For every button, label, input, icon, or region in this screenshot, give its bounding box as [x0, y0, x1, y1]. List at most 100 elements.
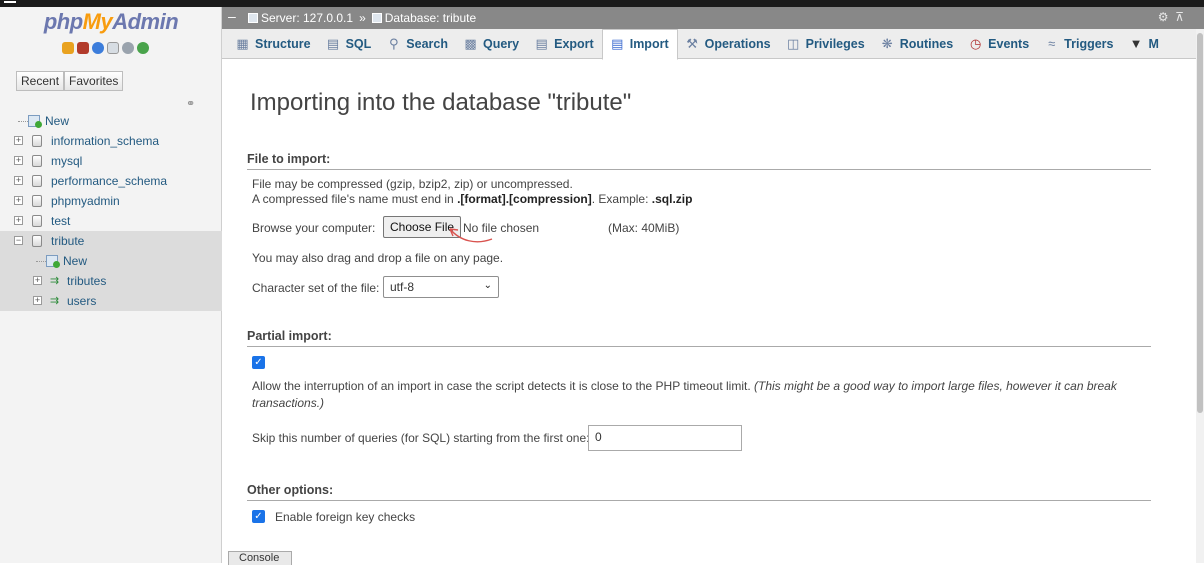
expand-icon[interactable]: + [14, 216, 23, 225]
phpmyadmin-logo[interactable]: phpMyAdmin [0, 9, 222, 35]
favorites-tab[interactable]: Favorites [64, 71, 124, 91]
sql-icon: ▤ [326, 35, 340, 51]
other-options-legend: Other options: [247, 483, 1151, 501]
file-to-import-legend: File to import: [247, 152, 1151, 170]
charset-select[interactable]: utf-8 ⌄ [383, 276, 499, 298]
allow-interrupt-note-cont: transactions.) [252, 396, 325, 410]
query-icon: ▩ [464, 35, 477, 51]
tab-label: Export [554, 36, 594, 51]
tree-item-phpmyadmin[interactable]: + phpmyadmin [0, 191, 222, 211]
tree-item-tributes[interactable]: + ⇉ tributes [0, 271, 222, 291]
tab-label: Triggers [1064, 36, 1114, 51]
expand-icon[interactable]: + [14, 176, 23, 185]
tree-item-tribute[interactable]: − tribute [0, 231, 222, 251]
tree-label: New [45, 114, 70, 128]
skip-queries-input[interactable]: 0 [588, 425, 742, 451]
allow-interrupt-note: (This might be a good way to import larg… [754, 379, 1117, 393]
database-icon [32, 235, 42, 247]
tab-label: Query [482, 36, 520, 51]
tree-label: performance_schema [51, 174, 168, 188]
new-icon [28, 115, 42, 128]
tab-sql[interactable]: ▤ SQL [319, 29, 380, 59]
more-arrow-icon: ▼ [1129, 35, 1143, 51]
tree-item-information-schema[interactable]: + information_schema [0, 131, 222, 151]
tab-triggers[interactable]: ≈ Triggers [1037, 29, 1121, 59]
expand-icon[interactable]: + [14, 156, 23, 165]
allow-interrupt-text: Allow the interruption of an import in c… [252, 379, 751, 393]
settings-gear-icon[interactable]: ⚙ [1158, 10, 1169, 24]
sql-icon[interactable] [77, 42, 89, 54]
link-icon[interactable]: ⚭ [186, 97, 195, 110]
window-controls: ⚙ ⊼ [1158, 10, 1184, 24]
reload-icon[interactable] [137, 42, 149, 54]
table-icon: ⇉ [50, 275, 60, 287]
logo-php-text: php [43, 9, 83, 34]
drag-drop-note: You may also drag and drop a file on any… [252, 251, 504, 265]
tree-label: phpmyadmin [51, 194, 120, 208]
allow-interrupt-label-cont: transactions.) [252, 396, 324, 410]
tree-item-test[interactable]: + test [0, 211, 222, 231]
annotation-arrow-icon [449, 228, 493, 243]
expand-icon[interactable]: + [33, 296, 42, 305]
breadcrumb-separator: » [359, 11, 366, 25]
tab-routines[interactable]: ❋ Routines [873, 29, 961, 59]
collapse-icon[interactable]: − [14, 236, 23, 245]
tab-structure[interactable]: ▦ Structure [228, 29, 319, 59]
tree-connector [18, 121, 28, 122]
database-tree: New + information_schema + mysql + perfo… [0, 111, 222, 311]
expand-icon[interactable]: + [33, 276, 42, 285]
tree-item-users[interactable]: + ⇉ users [0, 291, 222, 311]
tree-item-performance-schema[interactable]: + performance_schema [0, 171, 222, 191]
vertical-scrollbar[interactable] [1196, 29, 1204, 563]
format-note-text: . Example: [591, 192, 652, 206]
privileges-icon: ◫ [786, 35, 800, 51]
home-icon[interactable] [62, 42, 74, 54]
tab-bar: ▦ Structure ▤ SQL ⚲ Search ▩ Query ▤ Export ▤… [222, 28, 1204, 60]
partial-import-legend: Partial import: [247, 329, 1151, 347]
tab-operations[interactable]: ⚒ Operations [678, 29, 779, 59]
tree-item-mysql[interactable]: + mysql [0, 151, 222, 171]
expand-icon[interactable]: + [14, 196, 23, 205]
tab-more[interactable]: ▼ M [1122, 29, 1167, 59]
tab-privileges[interactable]: ◫ Privileges [779, 29, 873, 59]
breadcrumb: Server: 127.0.0.1 » Database: tribute [248, 11, 476, 25]
browse-label: Browse your computer: [252, 221, 376, 235]
collapse-top-icon[interactable]: ⊼ [1175, 10, 1184, 24]
breadcrumb-server[interactable]: Server: 127.0.0.1 [261, 11, 353, 25]
foreign-key-label: Enable foreign key checks [275, 510, 416, 524]
clock-icon: ◷ [970, 35, 982, 51]
tab-label: Privileges [805, 36, 865, 51]
recent-tab[interactable]: Recent [16, 71, 65, 91]
tab-query[interactable]: ▩ Query [456, 29, 527, 59]
tree-item-tribute-new[interactable]: New [0, 251, 222, 271]
chevron-down-icon: ⌄ [483, 280, 492, 291]
docs-icon[interactable] [107, 42, 119, 54]
scrollbar-thumb[interactable] [1197, 33, 1203, 413]
settings-icon[interactable] [122, 42, 134, 54]
tree-label: users [67, 294, 97, 308]
expand-icon[interactable]: + [14, 136, 23, 145]
search-icon: ⚲ [389, 35, 399, 51]
logo-my-text: My [82, 9, 113, 34]
collapse-nav-icon[interactable]: – [228, 9, 236, 23]
breadcrumb-database[interactable]: Database: tribute [385, 11, 476, 25]
tree-label: tributes [67, 274, 107, 288]
table-icon: ⇉ [50, 295, 60, 307]
tree-item-new[interactable]: New [0, 111, 222, 131]
tab-export[interactable]: ▤ Export [527, 29, 602, 59]
compression-format-note: A compressed file's name must end in .[f… [252, 192, 692, 206]
database-icon [371, 13, 382, 23]
help-icon[interactable] [92, 42, 104, 54]
allow-interrupt-checkbox[interactable]: ✓ [252, 356, 265, 369]
database-icon [32, 135, 42, 147]
charset-label: Character set of the file: [252, 281, 380, 295]
new-icon [46, 255, 60, 268]
tab-events[interactable]: ◷ Events [961, 29, 1037, 59]
tab-import[interactable]: ▤ Import [601, 28, 678, 60]
server-breadcrumb-bar: – Server: 127.0.0.1 » Database: tribute ⚙ … [222, 7, 1204, 29]
tree-label: information_schema [51, 134, 160, 148]
tab-search[interactable]: ⚲ Search [379, 29, 456, 59]
foreign-key-checkbox[interactable]: ✓ [252, 510, 265, 523]
tree-label: mysql [51, 154, 83, 168]
format-note-text: A compressed file's name must end in [252, 192, 458, 206]
